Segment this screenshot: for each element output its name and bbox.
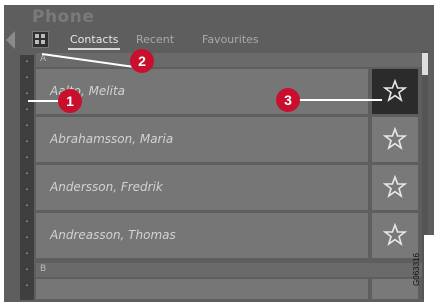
contact-name: Abrahamsson, Maria [50,132,174,146]
alphabet-search-button[interactable] [32,31,49,48]
contact-name-cell[interactable] [36,279,368,299]
star-icon [383,79,407,102]
favourite-button[interactable] [372,117,418,162]
section-letter: B [40,264,47,274]
tab-contacts[interactable]: Contacts [70,33,119,46]
contact-row[interactable]: Abrahamsson, Maria [36,117,422,163]
favourite-button[interactable] [372,213,418,258]
favourite-button[interactable] [372,69,418,114]
callout-1: 1 [58,89,82,113]
alphabet-index-bar[interactable]: • • • • • • • • • • • • • • • [20,55,34,300]
contact-list: A Aalto, Melita Abrahamsson, Maria Ander… [36,51,428,301]
star-icon [383,223,407,246]
contact-name: Andreasson, Thomas [50,228,176,242]
contact-name-cell[interactable]: Abrahamsson, Maria [36,117,368,162]
page-title: Phone [32,7,95,27]
tab-recent[interactable]: Recent [136,33,174,46]
star-icon [383,127,407,150]
contact-name: Andersson, Fredrik [50,180,163,194]
callout-3: 3 [276,88,300,112]
grid-icon [35,34,45,44]
contact-row[interactable]: Aalto, Melita [36,69,422,115]
chevron-left-icon [6,31,15,49]
contact-name-cell[interactable]: Andreasson, Thomas [36,213,368,258]
callout-line-3 [290,99,382,101]
star-icon [383,175,407,198]
contact-name-cell[interactable]: Aalto, Melita [36,69,368,114]
contact-row[interactable] [36,279,422,299]
back-button[interactable] [6,31,15,49]
tab-bar: Contacts Recent Favourites [24,29,420,51]
phone-screen: Phone Contacts Recent Favourites • • • • • •… [4,5,434,302]
callout-2: 2 [130,49,154,73]
contact-name-cell[interactable]: Andersson, Fredrik [36,165,368,210]
image-id-label: G063316 [412,235,434,302]
favourite-button[interactable] [372,165,418,210]
section-header: B [36,263,422,277]
contact-row[interactable]: Andersson, Fredrik [36,165,422,211]
contact-row[interactable]: Andreasson, Thomas [36,213,422,259]
scrollbar-thumb[interactable] [422,53,428,75]
image-id: G063316 [411,253,421,286]
active-tab-indicator [68,48,120,50]
tab-favourites[interactable]: Favourites [202,33,259,46]
